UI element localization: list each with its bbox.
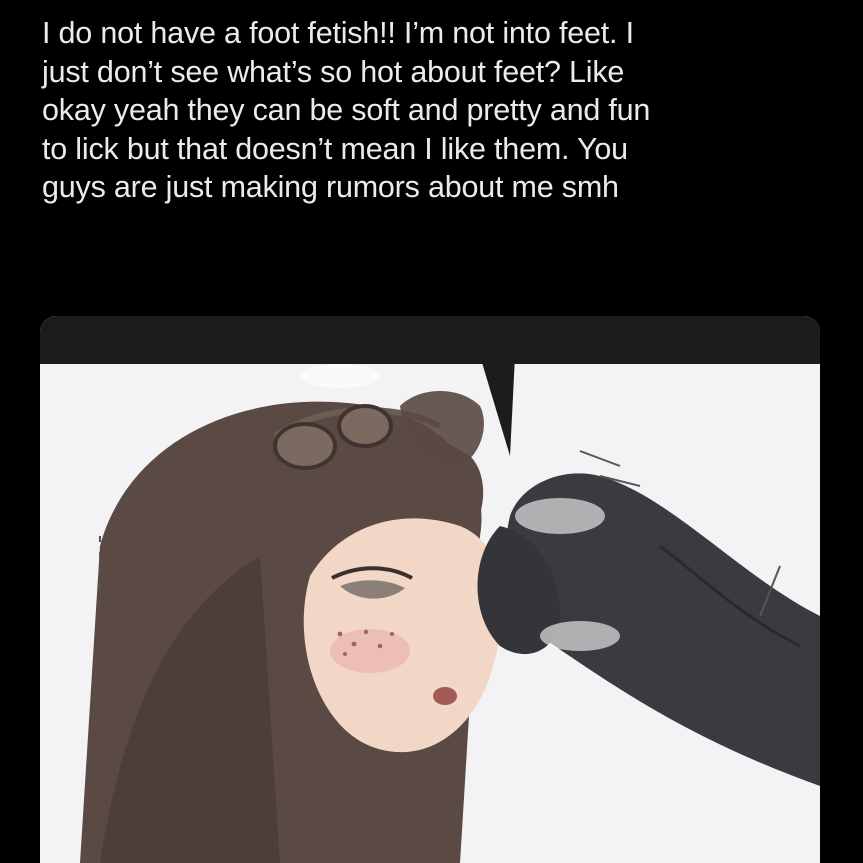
post-text-line: to lick but that doesn’t mean I like the… xyxy=(42,131,628,166)
post-text: I do not have a foot fetish!! I’m not in… xyxy=(42,14,832,207)
post-text-line: just don’t see what’s so hot about feet?… xyxy=(42,54,625,89)
post-text-line: okay yeah they can be soft and pretty an… xyxy=(42,93,651,127)
mouth xyxy=(433,687,457,705)
post-text-line: guys are just making rumors about me smh xyxy=(42,170,619,204)
panel-top-band xyxy=(40,316,820,368)
anime-illustration xyxy=(40,316,820,863)
post-text-line: I do not have a foot fetish!! I’m not in… xyxy=(42,16,634,50)
attached-image[interactable] xyxy=(40,316,820,863)
